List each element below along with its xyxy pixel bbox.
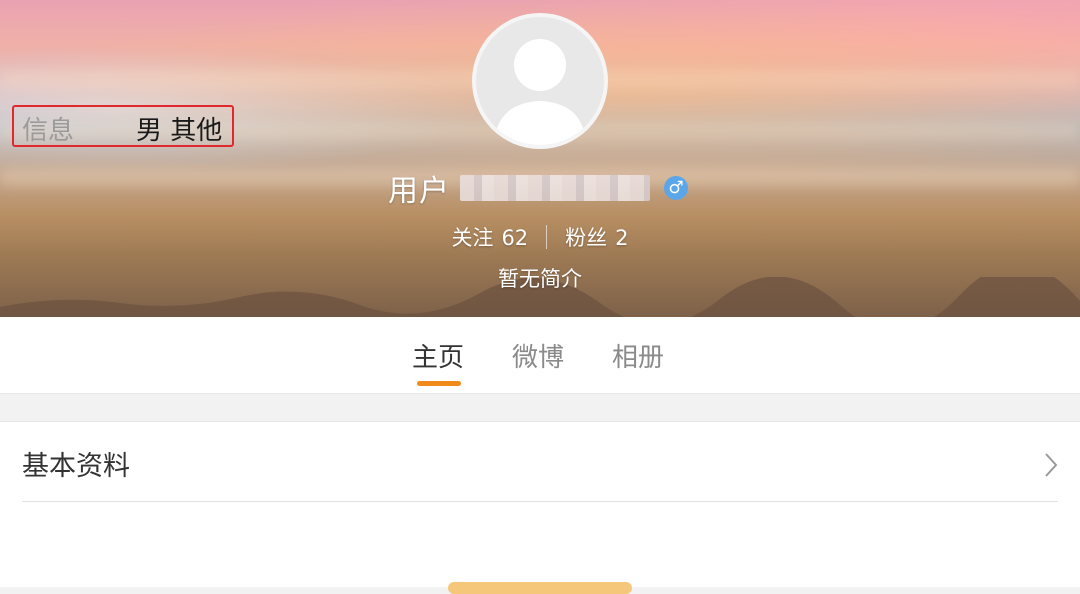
profile-tabs: 主页 微博 相册 xyxy=(0,317,1080,394)
tab-album[interactable]: 相册 xyxy=(612,337,664,374)
followers-stat[interactable]: 粉丝 2 xyxy=(563,222,630,252)
basic-info-card: 基本资料 xyxy=(0,421,1080,587)
profile-bio: 暂无简介 xyxy=(498,267,582,291)
username: 用户 xyxy=(388,174,450,209)
profile-cover: 用户 ♂ 关注 62 粉丝 2 暂无简介 xyxy=(0,0,1080,317)
avatar[interactable] xyxy=(472,13,608,149)
username-obscured xyxy=(460,175,650,201)
active-tab-indicator xyxy=(417,381,461,386)
following-count: 62 xyxy=(501,226,529,250)
followers-label: 粉丝 xyxy=(565,226,608,250)
chevron-right-icon[interactable] xyxy=(1040,450,1062,480)
male-icon: ♂ xyxy=(664,176,688,200)
bottom-button-peek[interactable] xyxy=(448,582,632,594)
profile-stats: 关注 62 粉丝 2 xyxy=(0,222,1080,252)
card-divider xyxy=(22,501,1058,502)
info-label: 信息 xyxy=(22,116,75,146)
basic-info-title[interactable]: 基本资料 xyxy=(22,444,130,483)
default-avatar-icon xyxy=(494,39,586,145)
followers-count: 2 xyxy=(615,226,629,250)
following-stat[interactable]: 关注 62 xyxy=(449,222,530,252)
info-value: 男 其他 xyxy=(136,116,223,146)
stats-divider xyxy=(546,225,548,249)
tab-home[interactable]: 主页 xyxy=(412,337,464,374)
tab-weibo[interactable]: 微博 xyxy=(512,337,564,374)
following-label: 关注 xyxy=(451,226,494,250)
username-row: 用户 ♂ xyxy=(388,166,688,210)
